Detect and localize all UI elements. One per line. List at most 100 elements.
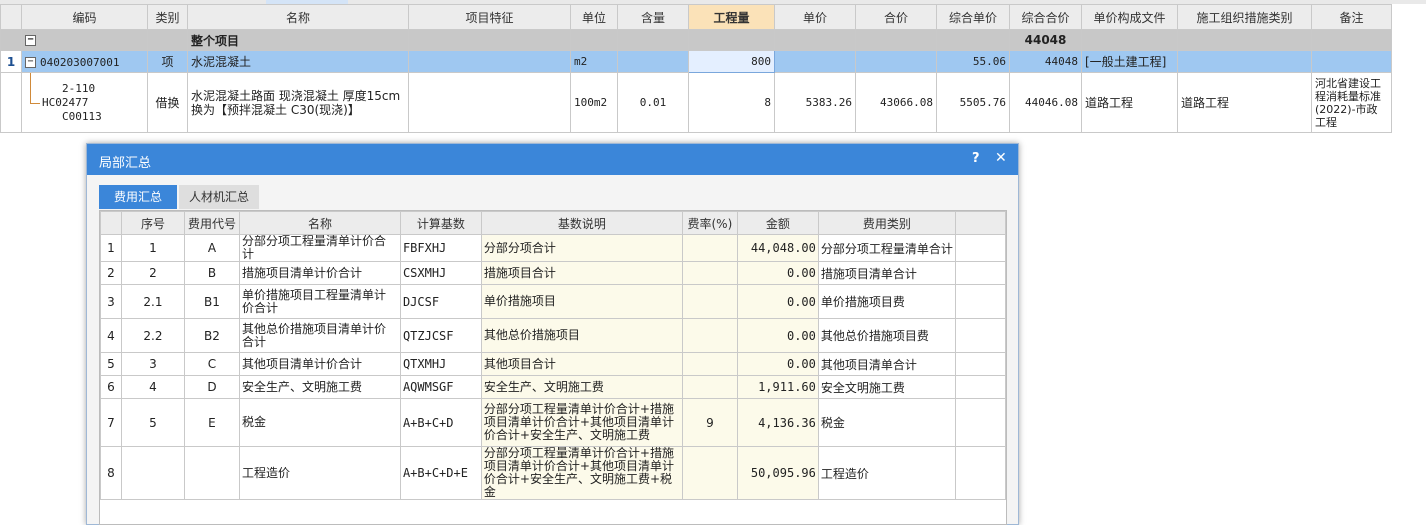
- fee-amount[interactable]: 0.00: [736, 318, 819, 353]
- col-header[interactable]: 含量: [617, 4, 689, 30]
- fee-type[interactable]: 其他项目清单合计: [817, 352, 956, 376]
- fee-base[interactable]: QTXMHJ: [399, 352, 482, 376]
- group-row[interactable]: − 整个项目 44048: [0, 29, 1392, 51]
- table-row[interactable]: 7 5 E 税金 A+B+C+D 分部分项工程量清单计价合计+措施项目清单计价合计+其他项…: [100, 398, 1007, 447]
- fee-base-desc[interactable]: 其他总价措施项目: [480, 318, 683, 353]
- fee-code[interactable]: B2: [183, 318, 240, 353]
- fee-name[interactable]: 工程造价: [238, 446, 401, 500]
- fee-rate[interactable]: [681, 284, 738, 319]
- fee-base[interactable]: A+B+C+D: [399, 398, 482, 447]
- fee-rate[interactable]: 9: [681, 398, 738, 447]
- fee-rate[interactable]: [681, 261, 738, 285]
- fee-amount[interactable]: 50,095.96: [736, 446, 819, 500]
- fee-base-desc[interactable]: 分部分项工程量清单计价合计+措施项目清单计价合计+其他项目清单计价合计+安全生产…: [480, 398, 683, 447]
- fee-rate[interactable]: [681, 318, 738, 353]
- fee-name[interactable]: 单价措施项目工程量清单计价合计: [238, 284, 401, 319]
- detail-quantity[interactable]: 8: [688, 72, 775, 133]
- col-header[interactable]: 费率(%): [681, 211, 738, 235]
- table-row[interactable]: 6 4 D 安全生产、文明施工费 AQWMSGF 安全生产、文明施工费 1,911.60 安全…: [100, 375, 1007, 399]
- fee-code[interactable]: D: [183, 375, 240, 399]
- fee-base-desc[interactable]: 分部分项合计: [480, 234, 683, 262]
- col-header[interactable]: 费用代号: [183, 211, 240, 235]
- detail-category[interactable]: 借换: [147, 72, 188, 133]
- fee-amount[interactable]: 0.00: [736, 284, 819, 319]
- fee-seq[interactable]: 5: [120, 398, 185, 447]
- item-unit[interactable]: m2: [570, 50, 618, 73]
- fee-base[interactable]: AQWMSGF: [399, 375, 482, 399]
- fee-type[interactable]: 其他总价措施项目费: [817, 318, 956, 353]
- table-row[interactable]: 4 2.2 B2 其他总价措施项目清单计价合计 QTZJCSF 其他总价措施项目 0.00 其…: [100, 318, 1007, 353]
- fee-base-desc[interactable]: 措施项目合计: [480, 261, 683, 285]
- fee-base[interactable]: QTZJCSF: [399, 318, 482, 353]
- fee-seq[interactable]: 2.1: [120, 284, 185, 319]
- col-header[interactable]: 单价: [774, 4, 856, 30]
- dialog-titlebar[interactable]: 局部汇总 ? ✕: [87, 144, 1018, 175]
- item-category[interactable]: 项: [147, 50, 188, 73]
- detail-measure-type[interactable]: 道路工程: [1177, 72, 1312, 133]
- fee-base[interactable]: DJCSF: [399, 284, 482, 319]
- fee-code[interactable]: E: [183, 398, 240, 447]
- col-header[interactable]: 名称: [238, 211, 401, 235]
- fee-name[interactable]: 其他总价措施项目清单计价合计: [238, 318, 401, 353]
- fee-name[interactable]: 其他项目清单计价合计: [238, 352, 401, 376]
- col-header[interactable]: 施工组织措施类别: [1177, 4, 1312, 30]
- fee-type[interactable]: 措施项目清单合计: [817, 261, 956, 285]
- fee-code[interactable]: B1: [183, 284, 240, 319]
- fee-name[interactable]: 税金: [238, 398, 401, 447]
- fee-type[interactable]: 工程造价: [817, 446, 956, 500]
- close-icon[interactable]: ✕: [995, 150, 1007, 166]
- collapse-toggle-icon[interactable]: −: [25, 56, 36, 68]
- tab-labor-material-summary[interactable]: 人材机汇总: [179, 185, 259, 209]
- help-icon[interactable]: ?: [972, 151, 980, 166]
- col-header[interactable]: 名称: [187, 4, 409, 30]
- col-header-quantity[interactable]: 工程量: [688, 4, 775, 30]
- col-header[interactable]: 类别: [147, 4, 188, 30]
- fee-type[interactable]: 税金: [817, 398, 956, 447]
- col-header[interactable]: 综合合价: [1009, 4, 1082, 30]
- fee-base-desc[interactable]: 安全生产、文明施工费: [480, 375, 683, 399]
- col-header[interactable]: 计算基数: [399, 211, 482, 235]
- col-header[interactable]: 备注: [1311, 4, 1392, 30]
- fee-amount[interactable]: 44,048.00: [736, 234, 819, 262]
- fee-code[interactable]: [183, 446, 240, 500]
- detail-content[interactable]: 0.01: [617, 72, 689, 133]
- fee-amount[interactable]: 1,911.60: [736, 375, 819, 399]
- table-row[interactable]: 1 1 A 分部分项工程量清单计价合计 FBFXHJ 分部分项合计 44,048.00 分部分…: [100, 234, 1007, 262]
- col-header[interactable]: 序号: [120, 211, 185, 235]
- fee-base-desc[interactable]: 单价措施项目: [480, 284, 683, 319]
- detail-price-file[interactable]: 道路工程: [1081, 72, 1178, 133]
- col-header[interactable]: 单位: [570, 4, 618, 30]
- col-header[interactable]: 编码: [21, 4, 148, 30]
- fee-code[interactable]: B: [183, 261, 240, 285]
- col-header[interactable]: 综合单价: [936, 4, 1010, 30]
- fee-type[interactable]: 安全文明施工费: [817, 375, 956, 399]
- fee-rate[interactable]: [681, 446, 738, 500]
- fee-base-desc[interactable]: 分部分项工程量清单计价合计+措施项目清单计价合计+其他项目清单计价合计+安全生产…: [480, 446, 683, 500]
- item-name[interactable]: 水泥混凝土: [187, 50, 409, 73]
- fee-name[interactable]: 安全生产、文明施工费: [238, 375, 401, 399]
- col-header[interactable]: 单价构成文件: [1081, 4, 1178, 30]
- col-header[interactable]: 项目特征: [408, 4, 571, 30]
- col-header[interactable]: 合价: [855, 4, 937, 30]
- item-row[interactable]: 1 −040203007001 项 水泥混凝土 m2 800 55.06 440…: [0, 50, 1392, 73]
- fee-name[interactable]: 措施项目清单计价合计: [238, 261, 401, 285]
- table-row[interactable]: 2 2 B 措施项目清单计价合计 CSXMHJ 措施项目合计 0.00 措施项目清单合计: [100, 261, 1007, 285]
- item-quantity[interactable]: 800: [688, 50, 775, 73]
- fee-base[interactable]: CSXMHJ: [399, 261, 482, 285]
- fee-base[interactable]: FBFXHJ: [399, 234, 482, 262]
- table-row[interactable]: 5 3 C 其他项目清单计价合计 QTXMHJ 其他项目合计 0.00 其他项目清单合计: [100, 352, 1007, 376]
- col-header[interactable]: 基数说明: [480, 211, 683, 235]
- fee-seq[interactable]: 3: [120, 352, 185, 376]
- fee-seq[interactable]: [120, 446, 185, 500]
- fee-rate[interactable]: [681, 234, 738, 262]
- detail-unit[interactable]: 100m2: [570, 72, 618, 133]
- fee-type[interactable]: 单价措施项目费: [817, 284, 956, 319]
- tab-fee-summary[interactable]: 费用汇总: [99, 185, 177, 209]
- fee-name[interactable]: 分部分项工程量清单计价合计: [238, 234, 401, 262]
- fee-base[interactable]: A+B+C+D+E: [399, 446, 482, 500]
- table-row[interactable]: 3 2.1 B1 单价措施项目工程量清单计价合计 DJCSF 单价措施项目 0.00 单价措施…: [100, 284, 1007, 319]
- fee-amount[interactable]: 4,136.36: [736, 398, 819, 447]
- fee-code[interactable]: C: [183, 352, 240, 376]
- fee-code[interactable]: A: [183, 234, 240, 262]
- fee-base-desc[interactable]: 其他项目合计: [480, 352, 683, 376]
